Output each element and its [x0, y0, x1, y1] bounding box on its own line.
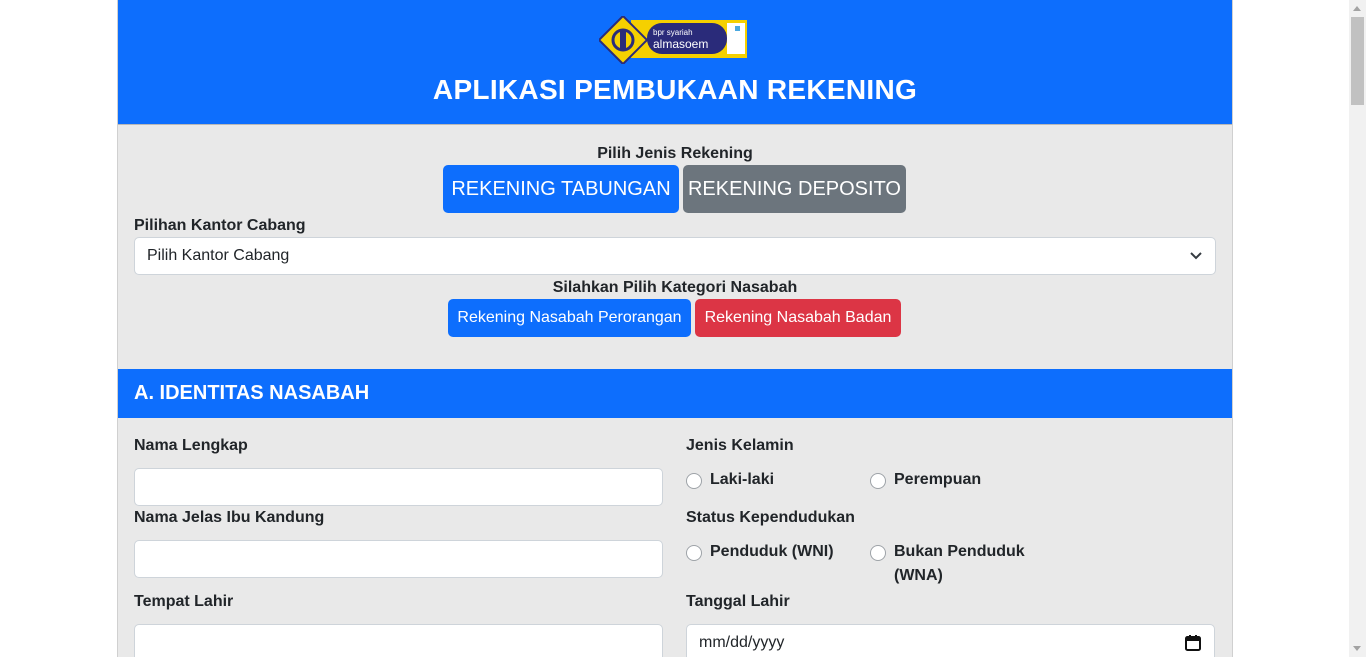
radio-laki-laki-label: Laki-laki — [710, 471, 775, 488]
account-type-label: Pilih Jenis Rekening — [597, 145, 753, 162]
tanggal-lahir-placeholder: mm/dd/yyyy — [699, 634, 785, 651]
jenis-kelamin-label: Jenis Kelamin — [686, 437, 794, 454]
radio-wna[interactable]: Bukan Penduduk (WNA) — [870, 543, 1025, 588]
branch-select-value: Pilih Kantor Cabang — [147, 247, 290, 264]
scroll-up-icon[interactable] — [1353, 6, 1361, 11]
rekening-tabungan-button[interactable]: REKENING TABUNGAN — [443, 165, 679, 213]
radio-laki-laki[interactable]: Laki-laki — [686, 471, 774, 492]
bank-logo: bpr syariah almasoem — [599, 16, 747, 64]
nama-lengkap-label: Nama Lengkap — [134, 437, 248, 454]
nama-ibu-label: Nama Jelas Ibu Kandung — [134, 509, 325, 526]
account-selection-area: Pilih Jenis Rekening REKENING TABUNGAN R… — [118, 125, 1232, 368]
branch-select[interactable]: Pilih Kantor Cabang — [134, 237, 1216, 275]
svg-text:almasoem: almasoem — [653, 37, 708, 51]
tanggal-lahir-label: Tanggal Lahir — [686, 593, 790, 610]
radio-circle[interactable] — [870, 473, 886, 489]
scroll-down-icon[interactable] — [1353, 646, 1361, 651]
calendar-icon[interactable] — [1184, 634, 1202, 652]
nama-ibu-input[interactable] — [134, 540, 663, 578]
radio-wna-label: Bukan Penduduk (WNA) — [894, 540, 1025, 588]
nasabah-perorangan-button[interactable]: Rekening Nasabah Perorangan — [448, 299, 691, 337]
branch-label: Pilihan Kantor Cabang — [134, 217, 306, 234]
nasabah-badan-button[interactable]: Rekening Nasabah Badan — [695, 299, 901, 337]
radio-perempuan[interactable]: Perempuan — [870, 471, 981, 492]
radio-wna-label-line1: Bukan Penduduk — [894, 543, 1025, 560]
status-kependudukan-label: Status Kependudukan — [686, 509, 855, 526]
radio-circle[interactable] — [686, 473, 702, 489]
radio-circle[interactable] — [870, 545, 886, 561]
app-title: APLIKASI PEMBUKAAN REKENING — [432, 74, 918, 105]
tempat-lahir-input[interactable] — [134, 624, 663, 657]
header: bpr syariah almasoem APLIKASI PEMBUKAAN … — [118, 0, 1232, 125]
scroll-thumb[interactable] — [1351, 17, 1364, 105]
radio-wni[interactable]: Penduduk (WNI) — [686, 543, 834, 564]
application-page: bpr syariah almasoem APLIKASI PEMBUKAAN … — [117, 0, 1233, 657]
svg-text:bpr syariah: bpr syariah — [653, 28, 693, 37]
radio-circle[interactable] — [686, 545, 702, 561]
chevron-down-icon — [1190, 252, 1202, 260]
tempat-lahir-label: Tempat Lahir — [134, 593, 234, 610]
nama-lengkap-input[interactable] — [134, 468, 663, 506]
radio-perempuan-label: Perempuan — [894, 471, 982, 488]
rekening-deposito-button[interactable]: REKENING DEPOSITO — [683, 165, 906, 213]
tanggal-lahir-input[interactable]: mm/dd/yyyy — [686, 624, 1215, 657]
section-identitas-header: A. IDENTITAS NASABAH — [118, 369, 1232, 418]
radio-wni-label: Penduduk (WNI) — [710, 543, 834, 560]
customer-category-label: Silahkan Pilih Kategori Nasabah — [552, 279, 798, 296]
page-scrollbar[interactable] — [1349, 0, 1366, 657]
radio-wna-label-line2: (WNA) — [894, 567, 943, 584]
